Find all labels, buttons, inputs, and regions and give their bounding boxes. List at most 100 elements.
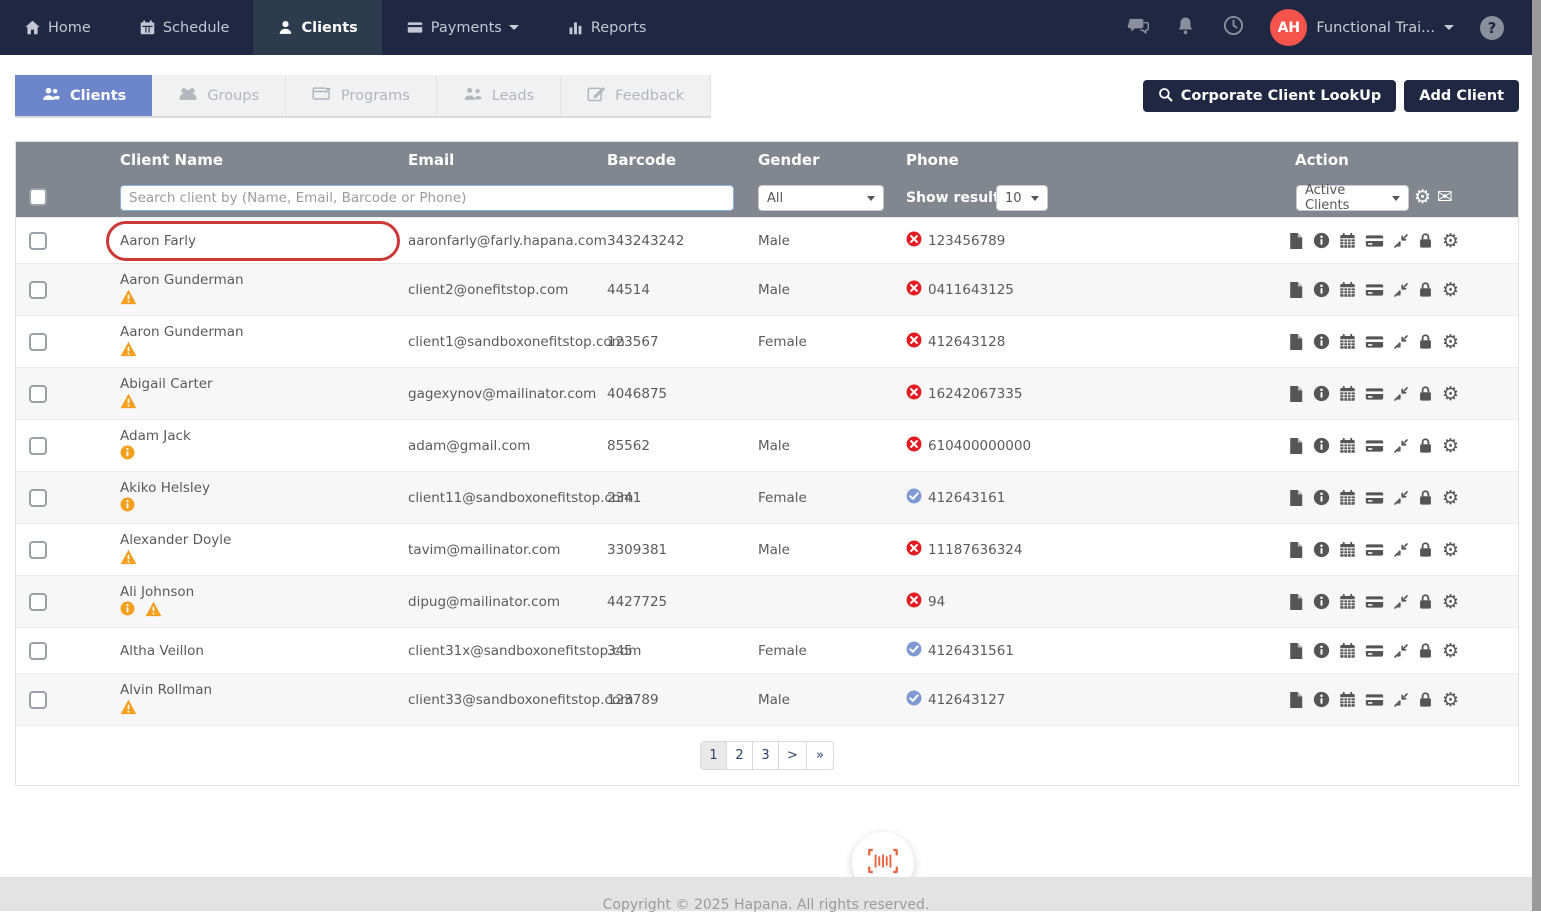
client-name-link[interactable]: Abigail Carter xyxy=(120,376,408,392)
compress-arrows-icon[interactable] xyxy=(1393,689,1409,711)
nav-item-clients[interactable]: Clients xyxy=(253,0,381,55)
compress-arrows-icon[interactable] xyxy=(1393,383,1409,405)
calendar-icon[interactable] xyxy=(1339,640,1356,662)
gear-icon[interactable]: ⚙ xyxy=(1442,591,1459,613)
client-name-link[interactable]: Alvin Rollman xyxy=(120,682,408,698)
page-button-next[interactable]: > xyxy=(779,742,807,769)
payment-card-icon[interactable] xyxy=(1365,487,1384,509)
compress-arrows-icon[interactable] xyxy=(1393,279,1409,301)
payment-card-icon[interactable] xyxy=(1365,591,1384,613)
gear-icon[interactable]: ⚙ xyxy=(1442,383,1459,405)
email-envelope-icon[interactable]: ✉ xyxy=(1437,186,1453,208)
tab-clients[interactable]: Clients xyxy=(15,75,152,116)
page-scrollbar[interactable] xyxy=(1532,0,1541,911)
notifications-button[interactable] xyxy=(1174,17,1196,39)
row-checkbox[interactable] xyxy=(29,437,47,455)
history-button[interactable] xyxy=(1222,17,1244,39)
nav-item-reports[interactable]: Reports xyxy=(543,0,671,55)
row-checkbox[interactable] xyxy=(29,489,47,507)
lock-icon[interactable] xyxy=(1418,591,1433,613)
lock-icon[interactable] xyxy=(1418,230,1433,252)
client-name-link[interactable]: Adam Jack xyxy=(120,428,408,444)
row-checkbox[interactable] xyxy=(29,333,47,351)
info-icon[interactable] xyxy=(1313,331,1330,353)
info-icon[interactable] xyxy=(1313,230,1330,252)
row-checkbox[interactable] xyxy=(29,232,47,250)
lock-icon[interactable] xyxy=(1418,689,1433,711)
lock-icon[interactable] xyxy=(1418,331,1433,353)
page-button-1[interactable]: 1 xyxy=(701,742,727,769)
page-button-last[interactable]: » xyxy=(807,742,833,769)
document-icon[interactable] xyxy=(1288,487,1304,509)
show-results-select[interactable]: 10 xyxy=(996,185,1048,211)
calendar-icon[interactable] xyxy=(1339,383,1356,405)
compress-arrows-icon[interactable] xyxy=(1393,591,1409,613)
gear-icon[interactable]: ⚙ xyxy=(1442,230,1459,252)
info-icon[interactable] xyxy=(1313,487,1330,509)
add-client-button[interactable]: Add Client xyxy=(1404,80,1519,112)
row-checkbox[interactable] xyxy=(29,281,47,299)
lock-icon[interactable] xyxy=(1418,383,1433,405)
nav-item-schedule[interactable]: Schedule xyxy=(115,0,254,55)
page-button-2[interactable]: 2 xyxy=(727,742,753,769)
lock-icon[interactable] xyxy=(1418,435,1433,457)
gear-icon[interactable]: ⚙ xyxy=(1442,331,1459,353)
client-status-select[interactable]: Active Clients xyxy=(1296,185,1409,211)
client-name-link[interactable]: Aaron Gunderman xyxy=(120,324,408,340)
page-button-3[interactable]: 3 xyxy=(753,742,779,769)
document-icon[interactable] xyxy=(1288,689,1304,711)
client-name-link[interactable]: Aaron Farly xyxy=(120,233,408,249)
tab-feedback[interactable]: Feedback xyxy=(561,75,711,116)
settings-gear-icon[interactable]: ⚙ xyxy=(1414,186,1431,208)
calendar-icon[interactable] xyxy=(1339,435,1356,457)
client-name-link[interactable]: Ali Johnson xyxy=(120,584,408,600)
search-input[interactable] xyxy=(120,185,734,211)
corporate-lookup-button[interactable]: Corporate Client LookUp xyxy=(1143,80,1397,112)
nav-item-payments[interactable]: Payments xyxy=(382,0,543,55)
payment-card-icon[interactable] xyxy=(1365,279,1384,301)
document-icon[interactable] xyxy=(1288,331,1304,353)
compress-arrows-icon[interactable] xyxy=(1393,640,1409,662)
select-all-checkbox[interactable] xyxy=(29,188,47,206)
document-icon[interactable] xyxy=(1288,279,1304,301)
client-name-link[interactable]: Altha Veillon xyxy=(120,643,408,659)
calendar-icon[interactable] xyxy=(1339,591,1356,613)
calendar-icon[interactable] xyxy=(1339,279,1356,301)
user-menu[interactable]: AH Functional Trai... xyxy=(1270,9,1454,46)
row-checkbox[interactable] xyxy=(29,593,47,611)
calendar-icon[interactable] xyxy=(1339,487,1356,509)
gear-icon[interactable]: ⚙ xyxy=(1442,279,1459,301)
info-icon[interactable] xyxy=(1313,539,1330,561)
nav-item-home[interactable]: Home xyxy=(0,0,115,55)
compress-arrows-icon[interactable] xyxy=(1393,331,1409,353)
info-icon[interactable] xyxy=(1313,640,1330,662)
document-icon[interactable] xyxy=(1288,230,1304,252)
payment-card-icon[interactable] xyxy=(1365,383,1384,405)
calendar-icon[interactable] xyxy=(1339,689,1356,711)
document-icon[interactable] xyxy=(1288,539,1304,561)
lock-icon[interactable] xyxy=(1418,539,1433,561)
payment-card-icon[interactable] xyxy=(1365,230,1384,252)
info-icon[interactable] xyxy=(1313,689,1330,711)
compress-arrows-icon[interactable] xyxy=(1393,487,1409,509)
document-icon[interactable] xyxy=(1288,383,1304,405)
compress-arrows-icon[interactable] xyxy=(1393,539,1409,561)
lock-icon[interactable] xyxy=(1418,487,1433,509)
calendar-icon[interactable] xyxy=(1339,331,1356,353)
info-icon[interactable] xyxy=(1313,591,1330,613)
calendar-icon[interactable] xyxy=(1339,539,1356,561)
payment-card-icon[interactable] xyxy=(1365,435,1384,457)
messages-button[interactable] xyxy=(1126,17,1148,39)
gear-icon[interactable]: ⚙ xyxy=(1442,435,1459,457)
document-icon[interactable] xyxy=(1288,435,1304,457)
gear-icon[interactable]: ⚙ xyxy=(1442,487,1459,509)
client-name-link[interactable]: Akiko Helsley xyxy=(120,480,408,496)
lock-icon[interactable] xyxy=(1418,640,1433,662)
tab-programs[interactable]: Programs xyxy=(286,75,437,116)
row-checkbox[interactable] xyxy=(29,691,47,709)
client-name-link[interactable]: Alexander Doyle xyxy=(120,532,408,548)
payment-card-icon[interactable] xyxy=(1365,689,1384,711)
compress-arrows-icon[interactable] xyxy=(1393,435,1409,457)
payment-card-icon[interactable] xyxy=(1365,539,1384,561)
compress-arrows-icon[interactable] xyxy=(1393,230,1409,252)
